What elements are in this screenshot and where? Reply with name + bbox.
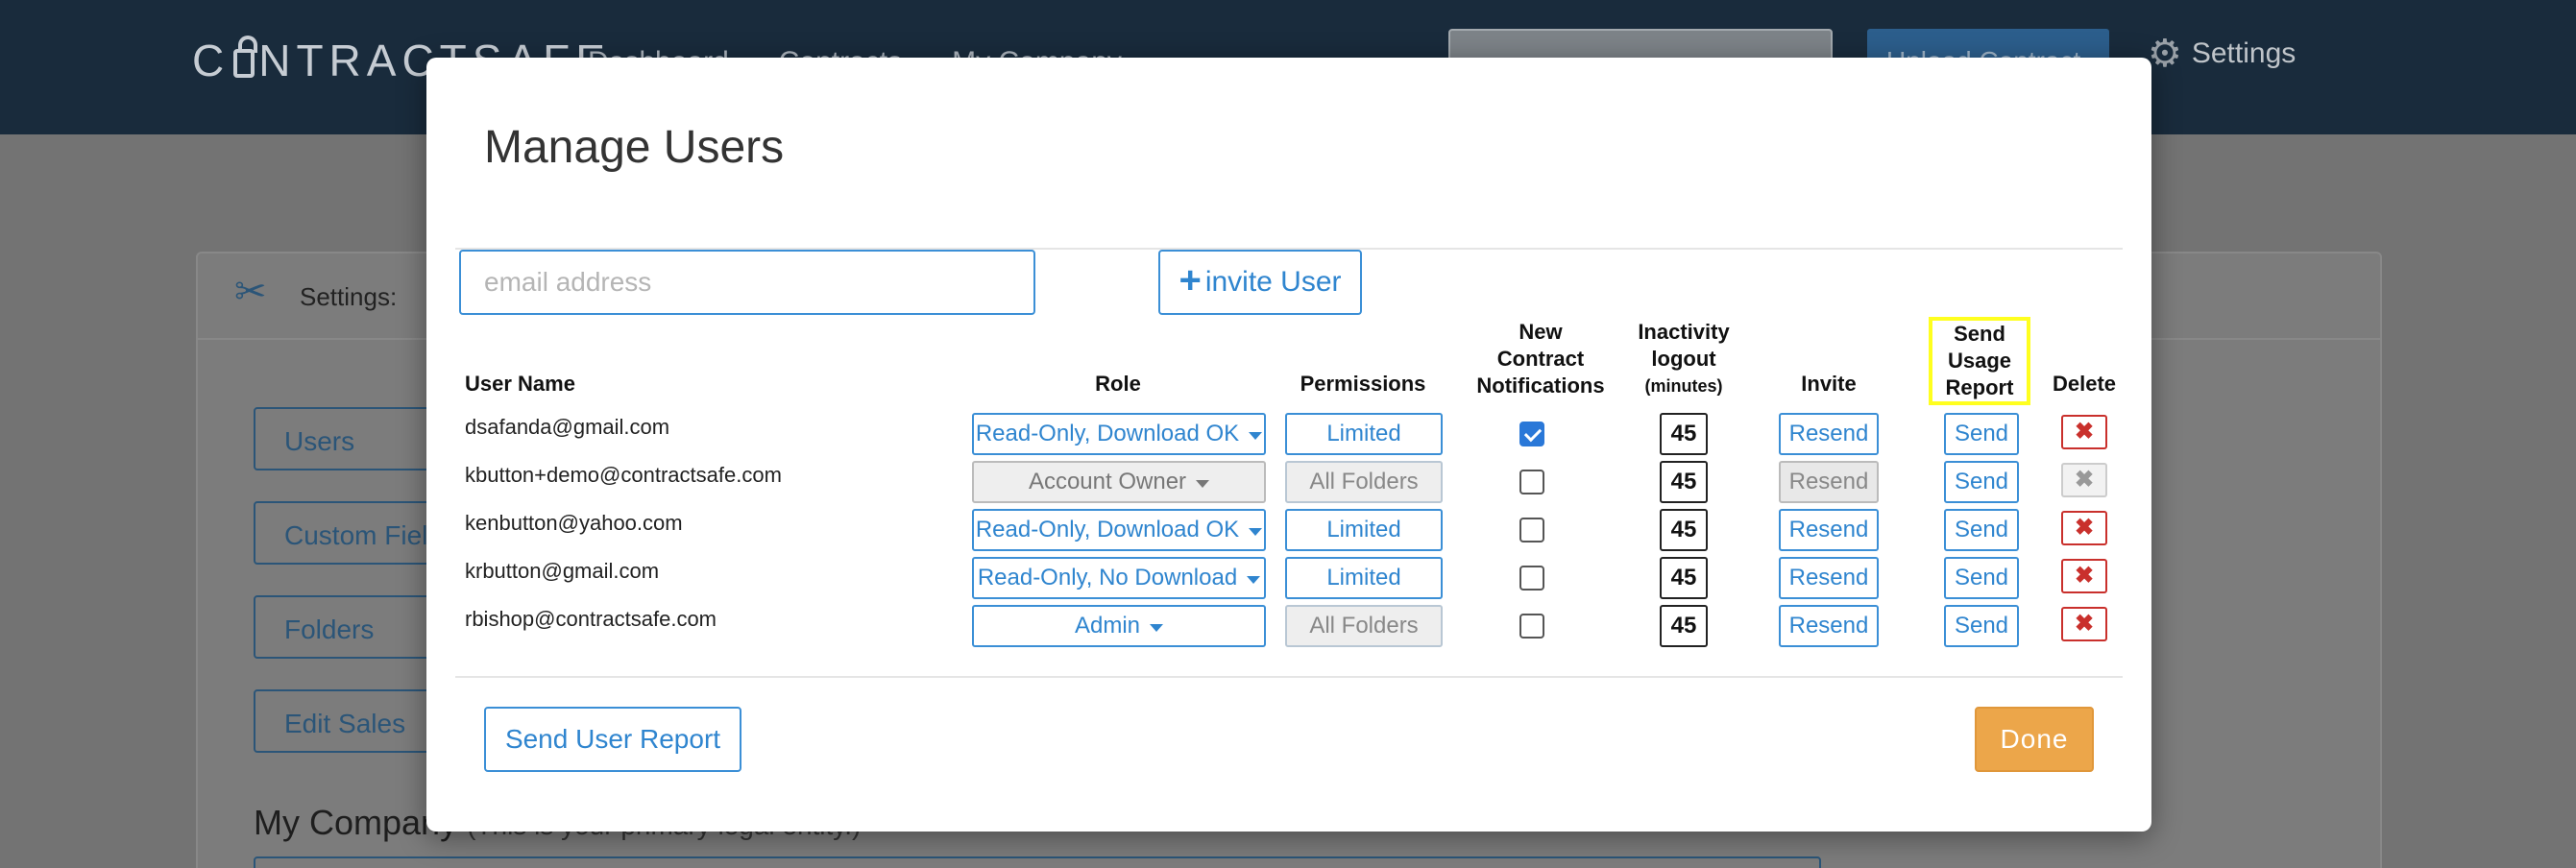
notifications-checkbox[interactable]	[1519, 422, 1544, 446]
header-user-name: User Name	[465, 372, 575, 396]
header-usage-line2: Usage	[1947, 349, 2012, 373]
settings-panel-title: Settings:	[300, 282, 398, 311]
plus-icon: +	[1179, 259, 1202, 301]
role-label: Read-Only, Download OK	[975, 517, 1240, 542]
send-user-report-button[interactable]: Send User Report	[484, 707, 741, 772]
delete-user-button[interactable]: ✖	[2061, 415, 2107, 449]
header-notifications-line2: Contract	[1496, 347, 1585, 371]
header-new-contract-notifications: New Contract Notifications	[1464, 319, 1617, 399]
inactivity-logout-input[interactable]: 45	[1660, 509, 1708, 551]
role-label: Account Owner	[1028, 469, 1187, 494]
edit-sales-settings-button[interactable]: Edit Sales	[254, 689, 446, 753]
header-notifications-line3: Notifications	[1476, 374, 1605, 398]
settings-label: Settings	[2191, 37, 2297, 69]
close-icon: ✖	[2074, 611, 2095, 637]
close-icon: ✖	[2074, 563, 2095, 589]
header-inactivity-logout: Inactivity logout (minutes)	[1621, 319, 1746, 399]
permissions-button[interactable]: Limited	[1285, 413, 1443, 455]
invite-user-label: invite User	[1204, 266, 1342, 298]
role-dropdown[interactable]: Read-Only, Download OK	[972, 509, 1266, 551]
header-permissions: Permissions	[1300, 372, 1426, 396]
folders-settings-button[interactable]: Folders	[254, 595, 446, 659]
notifications-checkbox[interactable]	[1519, 470, 1544, 494]
caret-down-icon	[1247, 575, 1261, 584]
resend-invite-button[interactable]: Resend	[1779, 461, 1879, 503]
header-delete: Delete	[2052, 372, 2117, 396]
send-usage-report-button[interactable]: Send	[1944, 461, 2019, 503]
role-dropdown[interactable]: Admin	[972, 605, 1266, 647]
delete-user-button[interactable]: ✖	[2061, 607, 2107, 641]
header-usage-line1: Send	[1954, 322, 2005, 346]
caret-down-icon	[1249, 431, 1263, 440]
footer-divider	[455, 676, 2123, 678]
user-email: dsafanda@gmail.com	[465, 415, 670, 439]
company-name-field[interactable]	[254, 856, 1821, 868]
tools-icon: ✂	[234, 271, 267, 313]
caret-down-icon	[1196, 479, 1210, 488]
inactivity-logout-input[interactable]: 45	[1660, 605, 1708, 647]
user-email: kbutton+demo@contractsafe.com	[465, 463, 782, 487]
users-settings-button[interactable]: Users	[254, 407, 446, 470]
permissions-button[interactable]: Limited	[1285, 557, 1443, 599]
header-logout-line3: (minutes)	[1644, 376, 1723, 396]
role-label: Admin	[1074, 613, 1141, 639]
role-dropdown[interactable]: Read-Only, Download OK	[972, 413, 1266, 455]
header-logout-line1: Inactivity	[1638, 320, 1730, 344]
notifications-checkbox[interactable]	[1519, 566, 1544, 591]
delete-user-button[interactable]: ✖	[2061, 463, 2107, 497]
manage-users-modal: Manage Users + invite User User Name Rol…	[426, 58, 2151, 832]
user-email: krbutton@gmail.com	[465, 559, 660, 583]
lock-icon	[233, 36, 258, 78]
send-usage-report-button[interactable]: Send	[1944, 509, 2019, 551]
user-email: rbishop@contractsafe.com	[465, 607, 717, 631]
delete-user-button[interactable]: ✖	[2061, 559, 2107, 593]
role-label: Read-Only, No Download	[977, 565, 1238, 591]
done-button[interactable]: Done	[1975, 707, 2094, 772]
inactivity-logout-input[interactable]: 45	[1660, 413, 1708, 455]
close-icon: ✖	[2074, 467, 2095, 493]
close-icon: ✖	[2074, 419, 2095, 445]
header-invite: Invite	[1801, 372, 1857, 396]
settings-link[interactable]: ⚙ Settings	[2148, 35, 2296, 73]
modal-title: Manage Users	[484, 122, 785, 173]
header-logout-line2: logout	[1651, 347, 1716, 371]
send-usage-report-button[interactable]: Send	[1944, 605, 2019, 647]
resend-invite-button[interactable]: Resend	[1779, 605, 1879, 647]
invite-user-button[interactable]: + invite User	[1158, 250, 1362, 315]
role-dropdown[interactable]: Account Owner	[972, 461, 1266, 503]
notifications-checkbox[interactable]	[1519, 518, 1544, 542]
send-usage-report-button[interactable]: Send	[1944, 413, 2019, 455]
user-email: kenbutton@yahoo.com	[465, 511, 683, 535]
gear-icon: ⚙	[2148, 33, 2182, 75]
permissions-button[interactable]: Limited	[1285, 509, 1443, 551]
custom-fields-settings-button[interactable]: Custom Fields	[254, 501, 446, 565]
resend-invite-button[interactable]: Resend	[1779, 509, 1879, 551]
header-send-usage-report: Send Usage Report	[1932, 321, 2027, 401]
role-dropdown[interactable]: Read-Only, No Download	[972, 557, 1266, 599]
inactivity-logout-input[interactable]: 45	[1660, 461, 1708, 503]
send-usage-report-button[interactable]: Send	[1944, 557, 2019, 599]
caret-down-icon	[1249, 527, 1263, 536]
notifications-checkbox[interactable]	[1519, 614, 1544, 639]
email-input[interactable]	[459, 250, 1035, 315]
delete-user-button[interactable]: ✖	[2061, 511, 2107, 545]
header-usage-line3: Report	[1945, 375, 2014, 399]
header-notifications-line1: New	[1519, 320, 1563, 344]
caret-down-icon	[1150, 623, 1164, 632]
resend-invite-button[interactable]: Resend	[1779, 413, 1879, 455]
permissions-button[interactable]: All Folders	[1285, 461, 1443, 503]
close-icon: ✖	[2074, 515, 2095, 541]
resend-invite-button[interactable]: Resend	[1779, 557, 1879, 599]
inactivity-logout-input[interactable]: 45	[1660, 557, 1708, 599]
permissions-button[interactable]: All Folders	[1285, 605, 1443, 647]
header-role: Role	[1095, 372, 1141, 396]
role-label: Read-Only, Download OK	[975, 421, 1240, 446]
